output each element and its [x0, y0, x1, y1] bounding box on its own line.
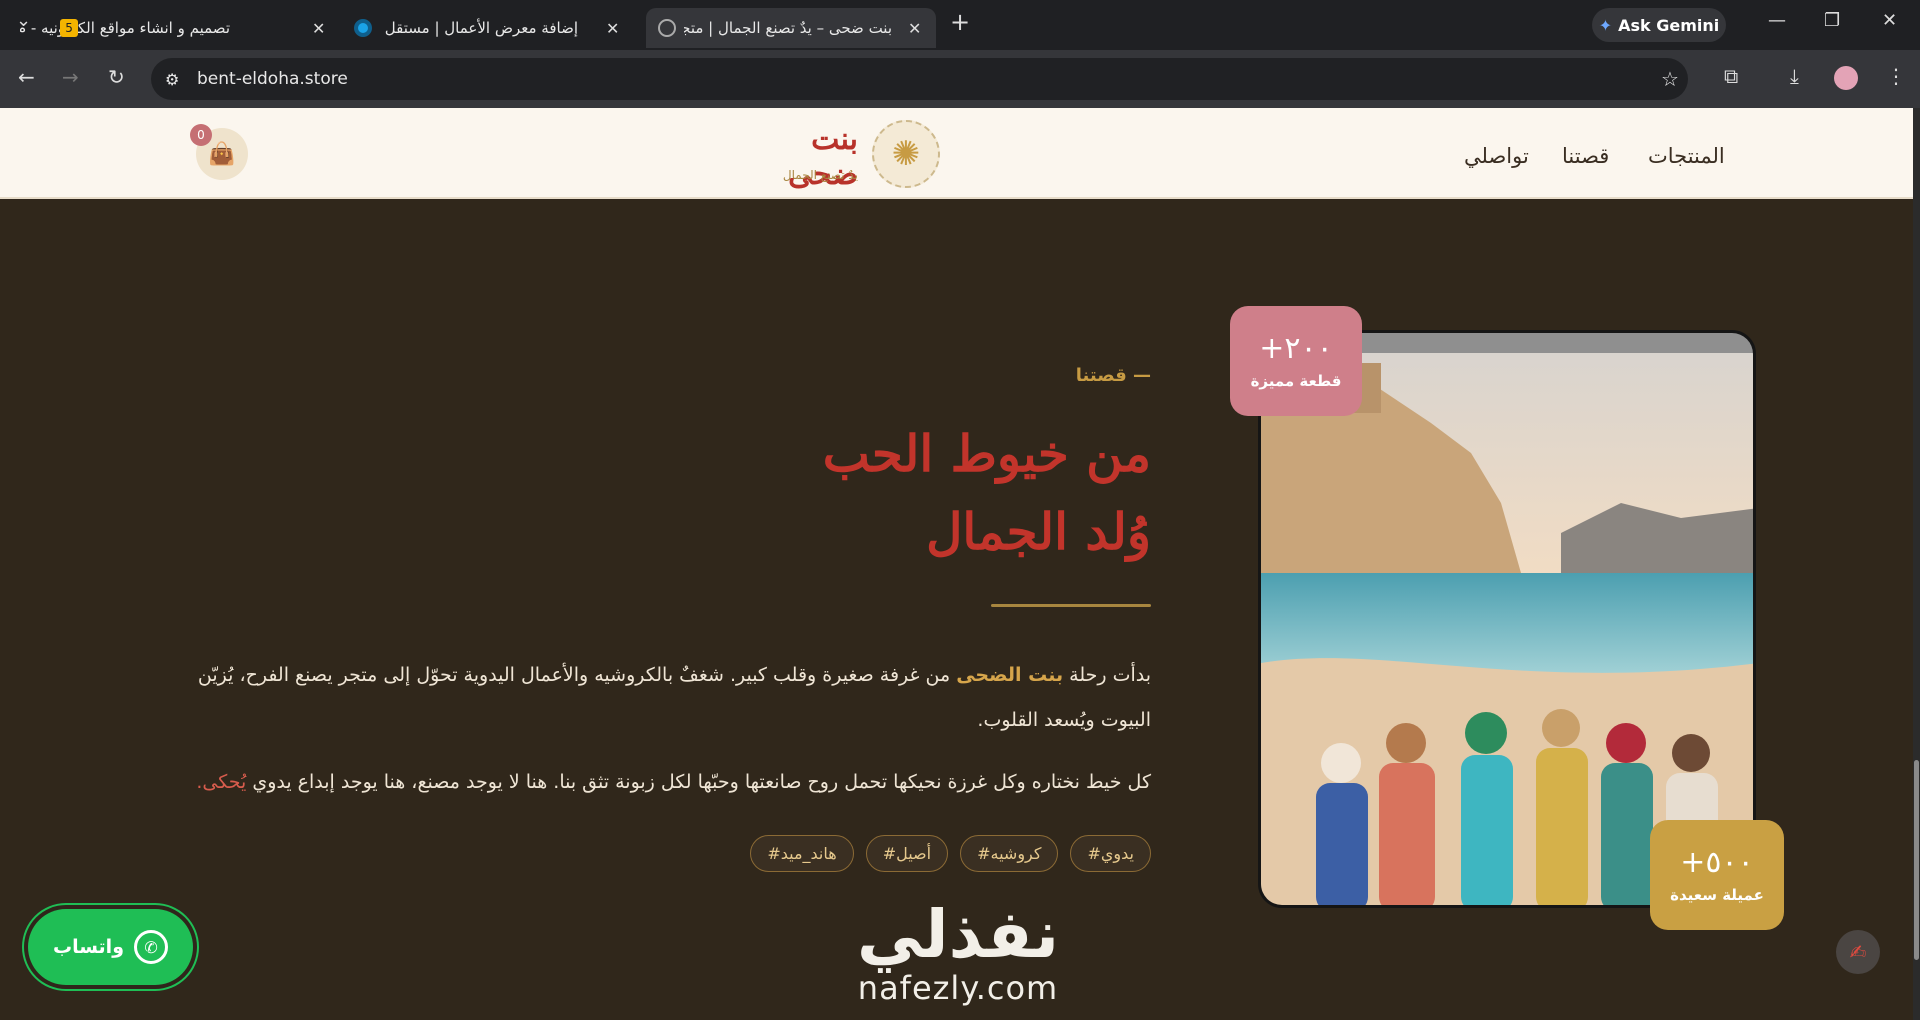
tab-mostaql[interactable]: ✕ إضافة معرض الأعمال | مستقل	[344, 8, 634, 48]
url-text: bent-eldoha.store	[197, 69, 348, 89]
stat-happy-clients: +٥٠٠ عميلة سعيدة	[1650, 820, 1784, 930]
nav-link-products[interactable]: المنتجات	[1648, 144, 1725, 168]
nav-link-contact[interactable]: تواصلي	[1464, 144, 1529, 168]
new-tab-button[interactable]: +	[950, 8, 970, 36]
stat-happy-clients-label: عميلة سعيدة	[1670, 886, 1764, 904]
profile-avatar[interactable]	[1834, 66, 1858, 90]
stat-unique-pieces-value: +٢٠٠	[1259, 331, 1333, 366]
site-logo[interactable]: ✺ بنت ضحى يدٌ تصنع الجمال	[770, 120, 940, 192]
site-header: المنتجات قصتنا تواصلي ✺ بنت ضحى يدٌ تصنع…	[0, 108, 1913, 199]
browser-toolbar: ← → ↻ ⚙ bent-eldoha.store ☆ ⧉ ⤓ ⋮	[0, 50, 1920, 108]
close-window-button[interactable]: ✕	[1882, 10, 1897, 31]
whatsapp-icon: ✆	[134, 930, 169, 964]
story-paragraph-2: كل خيط نختاره وكل غرزة نحيكها تحمل روح ص…	[196, 771, 1151, 793]
reload-icon[interactable]: ↻	[108, 65, 125, 89]
story-headline: من خيوط الحب وُلد الجمال	[822, 424, 1151, 561]
stat-unique-pieces-label: قطعة مميزة	[1250, 372, 1342, 390]
tag-hand-made[interactable]: #هاند_ميد	[750, 835, 854, 872]
story-tags: #يدوي #كروشيه #أصيل #هاند_ميد	[750, 835, 1151, 872]
gemini-sparkle-icon: ✦	[1598, 15, 1613, 35]
tab-badge: 5	[60, 19, 78, 37]
tag-authentic[interactable]: #أصيل	[865, 835, 949, 872]
tab-nafezly[interactable]: ✕ تصميم و انشاء مواقع الكترونيه - م 5	[20, 8, 340, 48]
headline-divider	[991, 604, 1151, 607]
stat-unique-pieces: +٢٠٠ قطعة مميزة	[1230, 306, 1362, 416]
section-label: — قصتنا	[1075, 365, 1151, 386]
address-bar[interactable]: ⚙ bent-eldoha.store ☆	[151, 58, 1688, 100]
bookmark-star-icon[interactable]: ☆	[1661, 67, 1679, 91]
shopping-bag-icon: 👜	[208, 141, 236, 167]
nafezly-watermark: نفذلي nafezly.com	[857, 896, 1059, 1007]
ask-gemini-button[interactable]: ✦ Ask Gemini	[1592, 8, 1726, 42]
story-highlight: يُحكى.	[196, 771, 247, 793]
browser-tab-bar: ⌄ ✕ تصميم و انشاء مواقع الكترونيه - م 5 …	[0, 0, 1920, 50]
pdf-icon[interactable]: ✍	[1836, 930, 1880, 974]
story-paragraph-1: بدأت رحلة بنت الضحى من غرفة صغيرة وقلب ك…	[197, 664, 1151, 731]
logo-tagline: يدٌ تصنع الجمال	[782, 168, 858, 182]
close-icon[interactable]: ✕	[606, 19, 619, 38]
close-icon[interactable]: ✕	[312, 19, 325, 38]
extensions-icon[interactable]: ⧉	[1724, 64, 1738, 88]
site-info-icon[interactable]: ⚙	[165, 70, 179, 89]
sun-emblem-icon: ✺	[872, 120, 940, 188]
restore-button[interactable]: ❐	[1824, 10, 1840, 31]
back-icon[interactable]: ←	[18, 65, 35, 89]
brand-name-highlight: بنت الضحى	[956, 664, 1064, 686]
tab-bent-eldoha[interactable]: ✕ بنت ضحى – يدٌ تصنع الجمال | متجر	[646, 8, 936, 48]
scrollbar-thumb[interactable]	[1914, 760, 1919, 960]
mostaql-favicon-icon	[354, 19, 372, 37]
more-menu-icon[interactable]: ⋮	[1886, 64, 1906, 88]
globe-icon	[658, 19, 676, 37]
nav-link-our-story[interactable]: قصتنا	[1562, 144, 1609, 168]
download-icon[interactable]: ⤓	[1790, 64, 1799, 88]
whatsapp-button[interactable]: ✆ واتساب	[28, 909, 193, 985]
stat-happy-clients-value: +٥٠٠	[1680, 845, 1754, 880]
close-icon[interactable]: ✕	[908, 19, 921, 38]
tag-handmade[interactable]: #يدوي	[1070, 835, 1151, 872]
cart-count-badge: 0	[190, 124, 212, 146]
forward-icon[interactable]: →	[62, 65, 79, 89]
minimize-button[interactable]: —	[1768, 10, 1786, 31]
tag-crochet[interactable]: #كروشيه	[960, 835, 1059, 872]
